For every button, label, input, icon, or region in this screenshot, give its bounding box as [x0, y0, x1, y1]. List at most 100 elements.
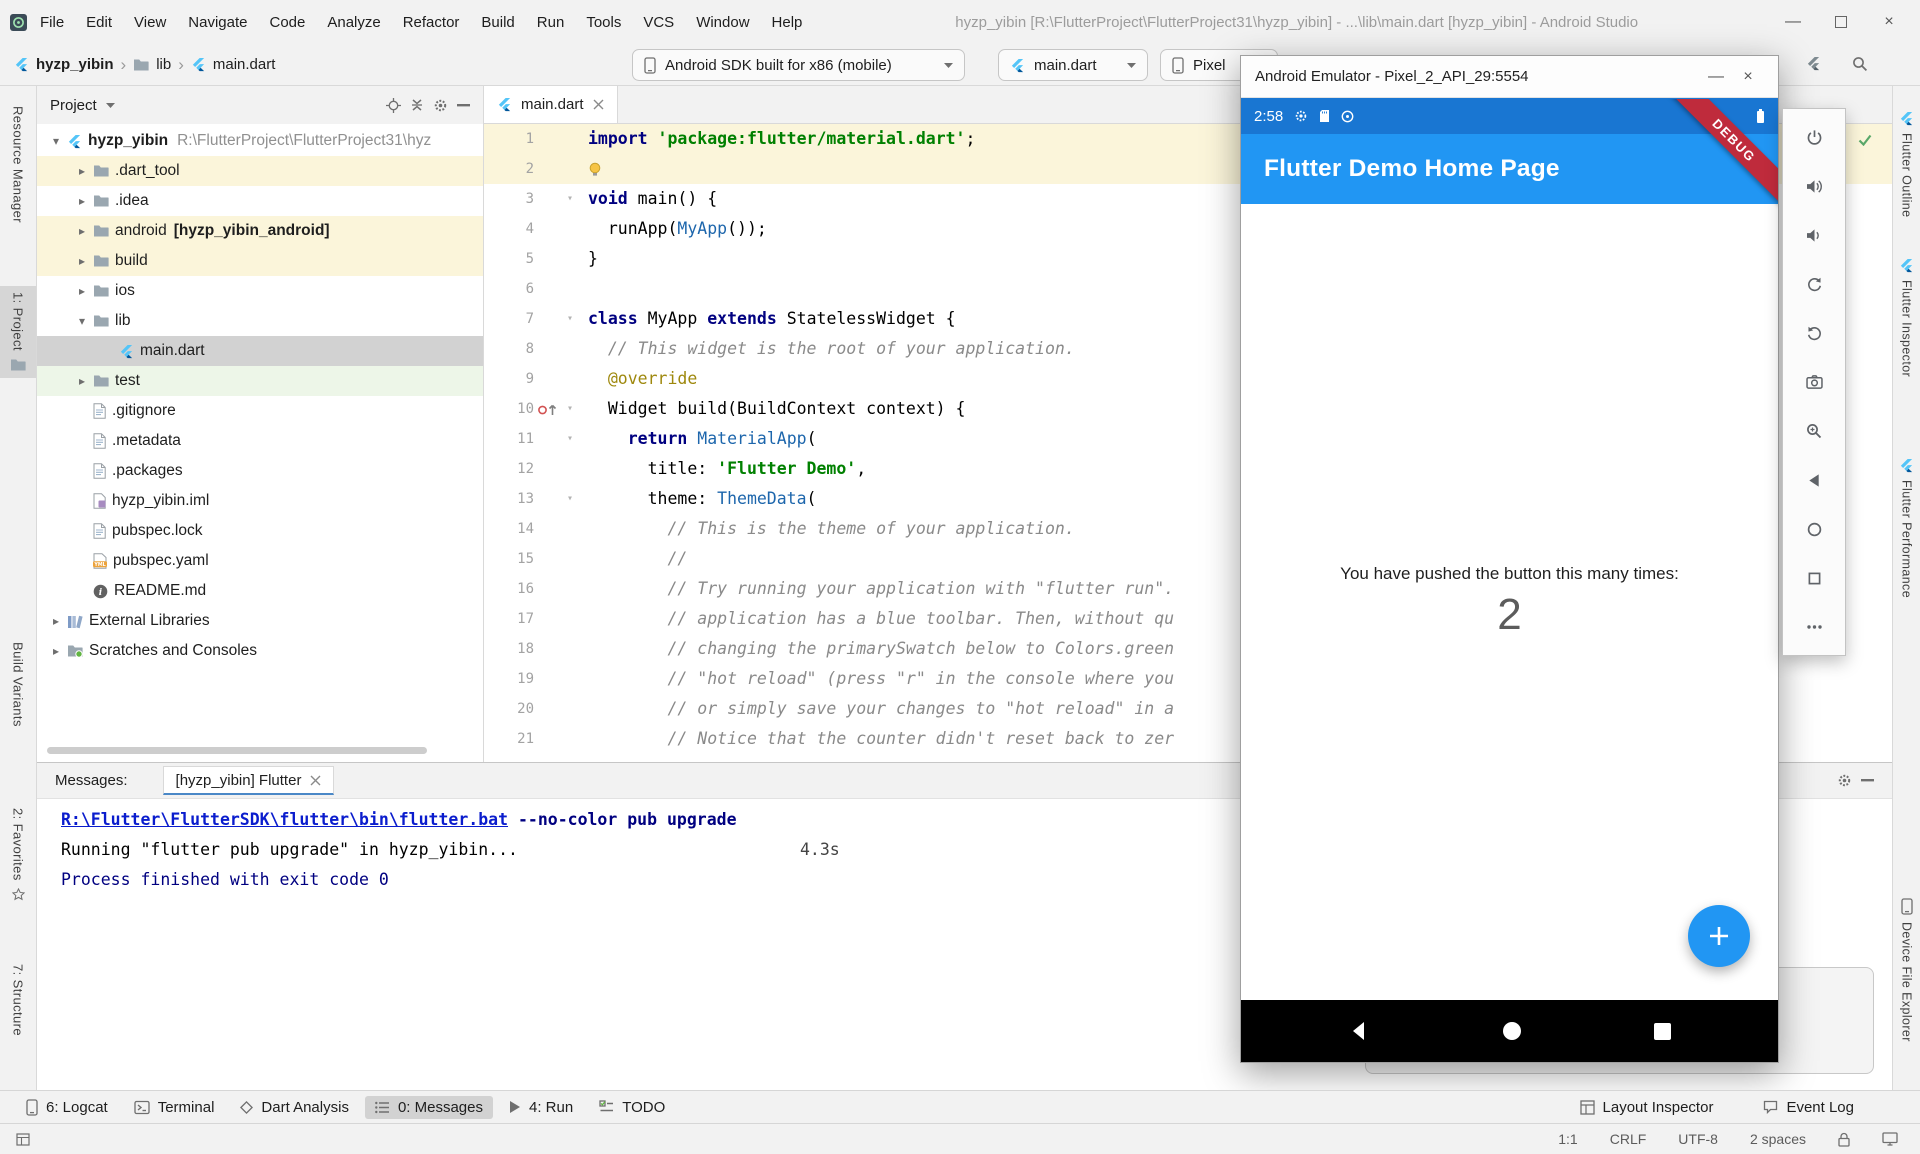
toolwindow-switcher-icon[interactable] [16, 1133, 30, 1146]
menu-edit[interactable]: Edit [75, 10, 123, 35]
chevron-right-icon[interactable]: ▸ [71, 374, 93, 388]
toolwindow-todo[interactable]: TODO [589, 1096, 675, 1119]
device-selector[interactable]: Android SDK built for x86 (mobile) [632, 49, 965, 81]
chevron-right-icon[interactable]: ▸ [71, 194, 93, 208]
gear-icon[interactable] [433, 98, 448, 113]
code-text[interactable]: // This is the theme of your application… [580, 514, 1075, 544]
code-text[interactable]: // [580, 544, 687, 574]
tree-item-test[interactable]: ▸test [37, 366, 483, 396]
code-text[interactable]: theme: ThemeData( [580, 484, 816, 514]
code-text[interactable]: Widget build(BuildContext context) { [580, 394, 966, 424]
chevron-down-icon[interactable]: ▾ [71, 314, 93, 328]
tree-item-readme-md[interactable]: iREADME.md [37, 576, 483, 606]
code-text[interactable]: // application has a blue toolbar. Then,… [580, 604, 1174, 634]
horizontal-scrollbar[interactable] [47, 747, 427, 754]
menu-code[interactable]: Code [258, 10, 316, 35]
tool-stripe-7-structure[interactable]: 7: Structure [0, 958, 36, 1042]
tree-item-hyzp-yibin[interactable]: ▾hyzp_yibinR:\FlutterProject\FlutterProj… [37, 126, 483, 156]
status-file-encoding[interactable]: UTF-8 [1678, 1131, 1718, 1147]
tool-stripe-flutter-performance[interactable]: Flutter Performance [1893, 452, 1920, 604]
close-icon[interactable] [593, 99, 604, 110]
fold-marker[interactable]: ▾ [562, 184, 578, 214]
console-command-link[interactable]: R:\Flutter\FlutterSDK\flutter\bin\flutte… [61, 810, 508, 829]
toolwindow-layout-inspector[interactable]: Layout Inspector [1570, 1096, 1724, 1119]
close-button[interactable]: × [1876, 13, 1902, 31]
emulator-camera-button[interactable] [1797, 367, 1831, 397]
tool-stripe-resource-manager[interactable]: Resource Manager [0, 100, 36, 229]
chevron-right-icon[interactable]: ▸ [71, 224, 93, 238]
tree-item-pubspec-lock[interactable]: pubspec.lock [37, 516, 483, 546]
emulator-back-button[interactable] [1797, 465, 1831, 495]
status-line-separator[interactable]: CRLF [1610, 1131, 1647, 1147]
tree-item-gitignore[interactable]: .gitignore [37, 396, 483, 426]
menu-refactor[interactable]: Refactor [392, 10, 471, 35]
nav-back-button[interactable] [1347, 1019, 1371, 1043]
menu-view[interactable]: View [123, 10, 177, 35]
emulator-rotate-left-button[interactable] [1797, 269, 1831, 299]
menu-file[interactable]: File [29, 10, 75, 35]
fab-increment-button[interactable] [1688, 905, 1750, 967]
code-text[interactable]: // or simply save your changes to "hot r… [580, 694, 1174, 724]
close-icon[interactable] [310, 775, 321, 786]
toolwindow-0-messages[interactable]: 0: Messages [365, 1096, 493, 1119]
breadcrumb-folder[interactable]: lib [156, 56, 171, 73]
menu-build[interactable]: Build [470, 10, 525, 35]
code-text[interactable]: // "hot reload" (press "r" in the consol… [580, 664, 1174, 694]
toolwindow-terminal[interactable]: Terminal [124, 1096, 225, 1119]
editor-tab-main-dart[interactable]: main.dart [484, 86, 618, 123]
code-text[interactable]: } [580, 244, 598, 274]
chevron-right-icon[interactable]: ▸ [71, 164, 93, 178]
tool-stripe-build-variants[interactable]: Build Variants [0, 636, 36, 733]
hide-panel-icon[interactable] [1861, 779, 1874, 782]
breadcrumb-project[interactable]: hyzp_yibin [36, 56, 114, 73]
code-text[interactable] [580, 154, 608, 184]
flutter-attach-icon[interactable] [1806, 56, 1821, 71]
emulator-close-button[interactable]: × [1732, 68, 1764, 86]
fold-marker[interactable]: ▾ [562, 394, 578, 424]
breadcrumb-file[interactable]: main.dart [213, 56, 276, 73]
code-text[interactable] [580, 274, 588, 304]
locate-file-icon[interactable] [386, 98, 401, 113]
tree-item-dart-tool[interactable]: ▸.dart_tool [37, 156, 483, 186]
override-marker-icon[interactable] [534, 402, 562, 417]
chevron-down-icon[interactable]: ▾ [45, 134, 67, 148]
tree-item-hyzp-yibin-iml[interactable]: hyzp_yibin.iml [37, 486, 483, 516]
chevron-right-icon[interactable]: ▸ [45, 614, 67, 628]
menu-navigate[interactable]: Navigate [177, 10, 258, 35]
status-caret-position[interactable]: 1:1 [1558, 1131, 1577, 1147]
toolwindow-dart-analysis[interactable]: Dart Analysis [230, 1096, 359, 1119]
project-panel-title[interactable]: Project [50, 97, 97, 114]
code-text[interactable]: class MyApp extends StatelessWidget { [580, 304, 956, 334]
code-text[interactable]: @override [580, 364, 697, 394]
emulator-volume-down-button[interactable] [1797, 220, 1831, 250]
hide-panel-icon[interactable] [457, 104, 470, 107]
chevron-down-icon[interactable] [106, 103, 115, 108]
tree-item-scratches-and-consoles[interactable]: ▸Scratches and Consoles [37, 636, 483, 666]
toolwindow-6-logcat[interactable]: 6: Logcat [16, 1096, 118, 1119]
code-text[interactable]: return MaterialApp( [580, 424, 817, 454]
menu-analyze[interactable]: Analyze [316, 10, 391, 35]
inspections-ok-icon[interactable] [1858, 134, 1872, 146]
tree-item-pubspec-yaml[interactable]: YMLpubspec.yaml [37, 546, 483, 576]
code-text[interactable]: // Notice that the counter didn't reset … [580, 724, 1174, 754]
status-indent[interactable]: 2 spaces [1750, 1131, 1806, 1147]
menu-run[interactable]: Run [526, 10, 576, 35]
chevron-right-icon[interactable]: ▸ [71, 284, 93, 298]
tree-item-metadata[interactable]: .metadata [37, 426, 483, 456]
emulator-titlebar[interactable]: Android Emulator - Pixel_2_API_29:5554 —… [1241, 56, 1778, 98]
menu-window[interactable]: Window [685, 10, 760, 35]
code-text[interactable]: runApp(MyApp()); [580, 214, 767, 244]
chevron-right-icon[interactable]: ▸ [45, 644, 67, 658]
menu-help[interactable]: Help [761, 10, 814, 35]
search-icon[interactable] [1852, 56, 1868, 72]
nav-recents-button[interactable] [1653, 1022, 1672, 1041]
maximize-button[interactable] [1828, 16, 1854, 28]
code-text[interactable]: import 'package:flutter/material.dart'; [580, 124, 975, 154]
fold-marker[interactable]: ▾ [562, 424, 578, 454]
nav-home-button[interactable] [1501, 1020, 1523, 1042]
tool-stripe-2-favorites[interactable]: 2: Favorites [0, 802, 36, 907]
emulator-minimize-button[interactable]: — [1700, 68, 1732, 86]
code-text[interactable]: // Try running your application with "fl… [580, 574, 1174, 604]
tool-stripe-1-project[interactable]: 1: Project [0, 286, 36, 378]
chevron-right-icon[interactable]: ▸ [71, 254, 93, 268]
